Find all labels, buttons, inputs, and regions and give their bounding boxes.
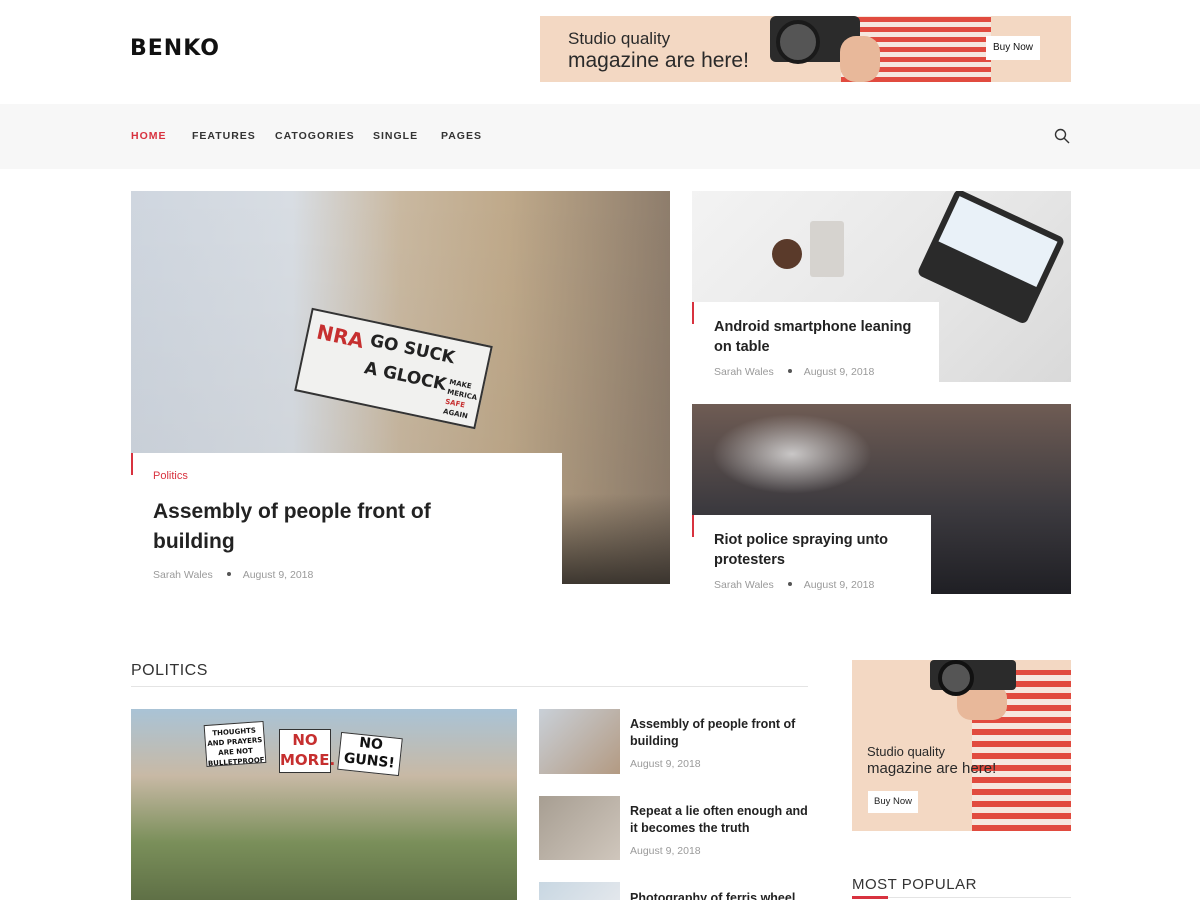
post-title-line: building (153, 530, 235, 553)
camera-image (930, 660, 1016, 696)
list-item-thumbnail[interactable] (539, 709, 620, 774)
post-title[interactable]: Riot police spraying unto protesters (714, 530, 924, 570)
featured-main-card[interactable]: Politics Assembly of people front of bui… (131, 453, 562, 584)
calculator-image (810, 221, 844, 277)
post-title-line: Android smartphone leaning (714, 319, 912, 335)
nav-item-single[interactable]: SINGLE (373, 130, 418, 142)
site-header: BENKO Studio quality magazine are here! … (0, 0, 1200, 104)
sign-thoughts-prayers: THOUGHTS AND PRAYERS ARE NOT BULLETPROOF (203, 720, 267, 768)
sign-word: NRA (314, 319, 367, 353)
advert-line-2: magazine are here! (568, 49, 749, 72)
post-title-line: protesters (714, 552, 785, 568)
post-title-line: on table (714, 339, 770, 355)
advert-text: Studio quality magazine are here! (568, 28, 749, 72)
advert-text: Studio quality magazine are here! (867, 743, 996, 777)
featured-side-card-1[interactable]: Android smartphone leaning on table Sara… (692, 302, 939, 382)
advert-line-1: Studio quality (867, 744, 946, 759)
post-author[interactable]: Sarah Wales (714, 579, 774, 591)
post-date: August 9, 2018 (803, 579, 875, 591)
list-item-thumbnail[interactable] (539, 882, 620, 900)
post-title-line: Assembly of people front of (153, 500, 431, 523)
post-title[interactable]: Android smartphone leaning on table (714, 317, 934, 357)
list-item-title[interactable]: Assembly of people front of building (630, 716, 815, 750)
hand-image (840, 36, 880, 82)
nav-item-home[interactable]: HOME (131, 130, 167, 142)
post-author[interactable]: Sarah Wales (714, 366, 774, 378)
post-category[interactable]: Politics (153, 470, 188, 482)
advert-line-2: magazine are here! (867, 760, 997, 777)
section-title-most-popular: MOST POPULAR (852, 876, 977, 893)
site-logo[interactable]: BENKO (130, 36, 220, 61)
section-divider (131, 686, 808, 687)
sign-no-more: NO MORE. (279, 729, 335, 773)
list-item-title[interactable]: Repeat a lie often enough and it becomes… (630, 803, 815, 837)
politics-lead-image[interactable]: THOUGHTS AND PRAYERS ARE NOT BULLETPROOF… (131, 709, 517, 900)
post-title[interactable]: Assembly of people front of building (153, 497, 513, 557)
meta-separator (787, 369, 792, 374)
nav-item-pages[interactable]: PAGES (441, 130, 482, 142)
post-title-line: Riot police spraying unto (714, 532, 889, 548)
advert-buy-now-button[interactable]: Buy Now (986, 36, 1040, 60)
section-title-politics: POLITICS (131, 662, 208, 679)
main-navigation: HOME FEATURES CATOGORIES SINGLE PAGES (0, 104, 1200, 169)
post-meta: Sarah Wales August 9, 2018 (714, 579, 874, 591)
featured-side-card-2[interactable]: Riot police spraying unto protesters Sar… (692, 515, 931, 594)
mug-image (772, 239, 802, 269)
nav-item-features[interactable]: FEATURES (192, 130, 256, 142)
header-advert-banner[interactable]: Studio quality magazine are here! Buy No… (540, 16, 1071, 82)
sign-no-guns: NO GUNS! (337, 731, 403, 777)
meta-separator (226, 572, 231, 577)
nav-item-categories[interactable]: CATOGORIES (275, 130, 355, 142)
advert-buy-now-button[interactable]: Buy Now (868, 791, 918, 813)
spray-mist-image (712, 414, 872, 494)
list-item-date: August 9, 2018 (630, 758, 701, 770)
sign-word: AGAIN (442, 407, 469, 421)
meta-separator (787, 582, 792, 587)
logo-text: BENKO (130, 36, 220, 61)
list-item-title[interactable]: Photography of ferris wheel (630, 890, 815, 900)
sidebar-advert-banner[interactable]: Studio quality magazine are here! Buy No… (852, 660, 1071, 831)
advert-line-1: Studio quality (568, 29, 671, 48)
post-date: August 9, 2018 (242, 569, 314, 581)
list-item-thumbnail[interactable] (539, 796, 620, 860)
protest-sign-image: NRA GO SUCK A GLOCK MAKE MERICA SAFE AGA… (294, 307, 493, 430)
post-date: August 9, 2018 (803, 366, 875, 378)
post-author[interactable]: Sarah Wales (153, 569, 213, 581)
list-item-date: August 9, 2018 (630, 845, 701, 857)
section-accent-bar (852, 896, 888, 899)
post-meta: Sarah Wales August 9, 2018 (153, 569, 313, 581)
post-meta: Sarah Wales August 9, 2018 (714, 366, 874, 378)
search-icon[interactable] (1054, 128, 1070, 144)
